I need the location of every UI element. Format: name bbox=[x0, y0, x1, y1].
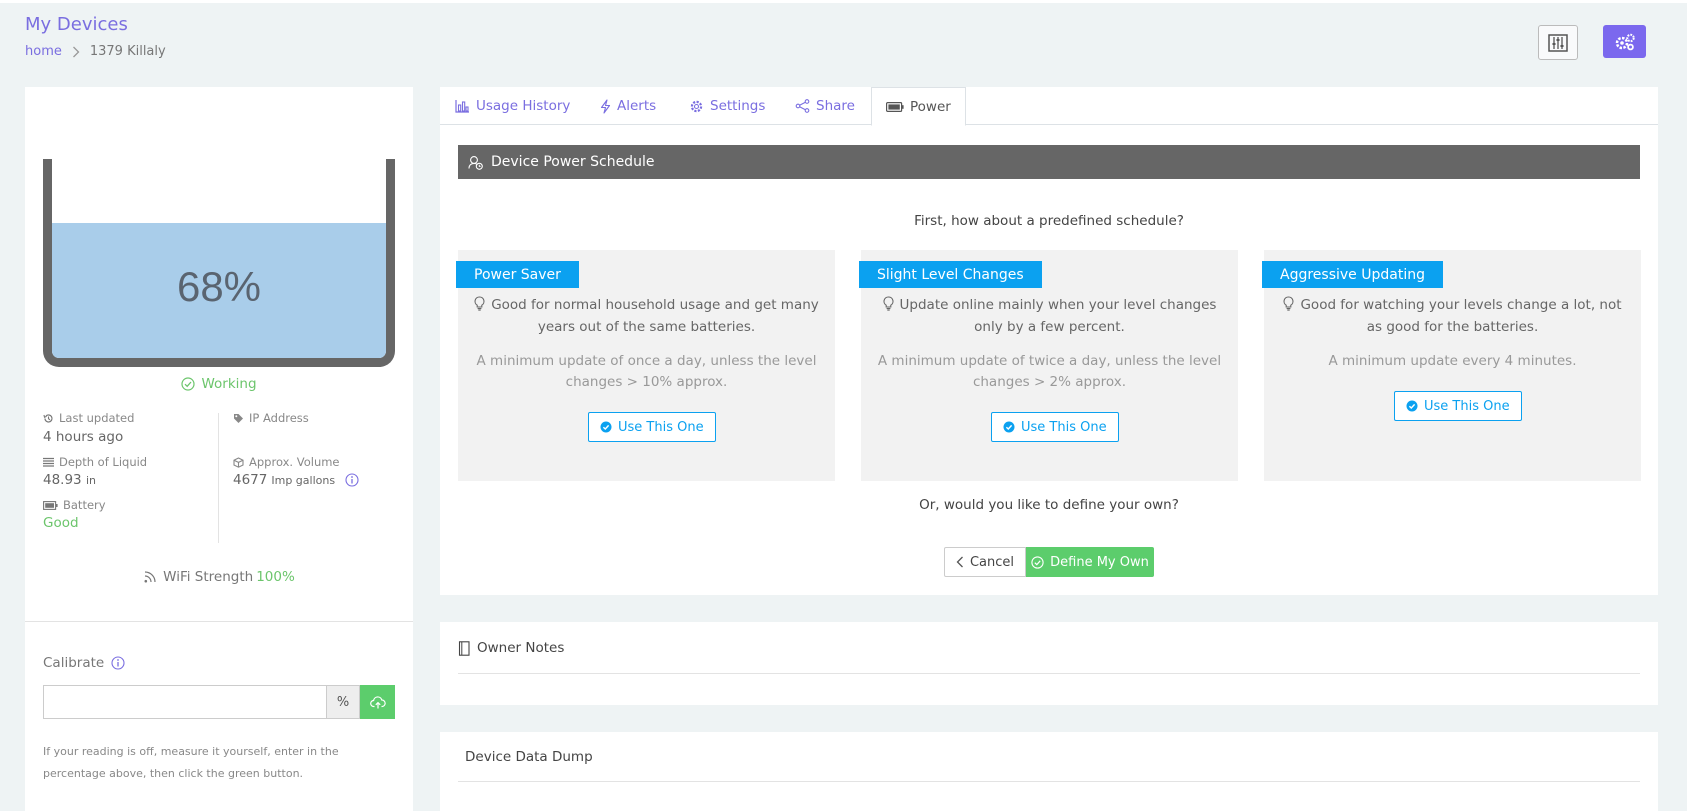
option-description: Good for normal household usage and get … bbox=[473, 294, 820, 338]
option-minimum-update: A minimum update of twice a day, unless … bbox=[877, 353, 1222, 390]
top-bar bbox=[0, 0, 1687, 3]
battery-label: Battery bbox=[43, 498, 106, 512]
ip-address-label: IP Address bbox=[233, 411, 309, 425]
define-own-question: Or, would you like to define your own? bbox=[919, 497, 1179, 513]
last-updated-value: 4 hours ago bbox=[43, 429, 124, 445]
calibrate-unit: % bbox=[327, 685, 360, 719]
predefined-question: First, how about a predefined schedule? bbox=[914, 213, 1184, 229]
adjust-button[interactable] bbox=[1538, 25, 1578, 60]
cancel-button[interactable]: Cancel bbox=[944, 547, 1026, 577]
define-my-own-button[interactable]: Define My Own bbox=[1026, 547, 1154, 577]
use-power-saver-button[interactable]: Use This One bbox=[588, 412, 716, 442]
battery-icon bbox=[43, 500, 58, 510]
chevron-right-icon bbox=[72, 46, 80, 58]
check-circle-icon bbox=[1003, 421, 1015, 433]
battery-icon bbox=[886, 101, 904, 112]
schedule-option-slight-level-changes: Slight Level Changes Update online mainl… bbox=[859, 250, 1238, 481]
schedule-option-aggressive-updating: Aggressive Updating Good for watching yo… bbox=[1262, 250, 1641, 481]
lightning-icon bbox=[600, 98, 611, 114]
info-divider bbox=[218, 413, 219, 543]
divider bbox=[458, 673, 1640, 674]
user-clock-icon bbox=[468, 155, 483, 170]
tank-gauge: 68% bbox=[43, 159, 395, 367]
status-text: Working bbox=[201, 376, 257, 392]
lightbulb-icon bbox=[883, 296, 894, 311]
owner-notes-header: Owner Notes bbox=[458, 640, 564, 656]
cube-icon bbox=[233, 456, 244, 468]
info-icon[interactable] bbox=[345, 473, 359, 487]
divider bbox=[458, 781, 1640, 782]
breadcrumb-home-link[interactable]: home bbox=[25, 44, 62, 59]
option-description: Update online mainly when your level cha… bbox=[876, 294, 1223, 338]
option-minimum-update: A minimum update of once a day, unless t… bbox=[476, 353, 817, 390]
wifi-strength: WiFi Strength 100% bbox=[25, 569, 413, 585]
tab-alerts[interactable]: Alerts bbox=[600, 87, 656, 125]
depth-value: 48.93 in bbox=[43, 472, 96, 488]
option-description: Good for watching your levels change a l… bbox=[1279, 294, 1626, 338]
volume-label: Approx. Volume bbox=[233, 455, 340, 469]
sliders-icon bbox=[1548, 33, 1568, 52]
chevron-left-icon bbox=[956, 556, 964, 568]
owner-notes-card: Owner Notes bbox=[440, 622, 1658, 705]
option-title: Aggressive Updating bbox=[1262, 261, 1443, 288]
breadcrumb: home 1379 Killaly bbox=[25, 44, 166, 59]
notebook-icon bbox=[458, 640, 470, 656]
tank-level-text: 68% bbox=[176, 263, 262, 310]
bar-chart-icon bbox=[455, 99, 470, 113]
check-circle-icon bbox=[1031, 555, 1044, 569]
calibrate-submit-button[interactable] bbox=[360, 685, 395, 719]
use-aggressive-updating-button[interactable]: Use This One bbox=[1394, 391, 1522, 421]
list-icon bbox=[43, 457, 54, 467]
tab-share[interactable]: Share bbox=[795, 87, 855, 125]
device-tabs-card: Usage History Alerts Settings Share Powe… bbox=[440, 87, 1658, 595]
device-data-dump-card: Device Data Dump bbox=[440, 732, 1658, 811]
info-icon[interactable] bbox=[111, 656, 125, 670]
lightbulb-icon bbox=[474, 296, 485, 311]
tab-settings[interactable]: Settings bbox=[689, 87, 765, 125]
calibrate-help-text: If your reading is off, measure it yours… bbox=[43, 745, 339, 780]
history-icon bbox=[43, 413, 54, 424]
data-dump-header: Device Data Dump bbox=[465, 749, 593, 765]
option-title: Power Saver bbox=[456, 261, 579, 288]
wifi-icon bbox=[143, 570, 157, 584]
page-title: My Devices bbox=[25, 14, 128, 35]
check-circle-icon bbox=[181, 377, 196, 391]
depth-label: Depth of Liquid bbox=[43, 455, 147, 469]
device-summary-card: 68% Working Last updated 4 hours ago IP … bbox=[25, 87, 413, 811]
option-minimum-update: A minimum update every 4 minutes. bbox=[1328, 353, 1577, 369]
settings-button[interactable] bbox=[1603, 25, 1646, 58]
gears-icon bbox=[1614, 33, 1636, 51]
power-schedule-header: Device Power Schedule bbox=[458, 145, 1640, 179]
volume-value: 4677 Imp gallons bbox=[233, 472, 359, 488]
last-updated-label: Last updated bbox=[43, 411, 134, 425]
divider bbox=[25, 621, 413, 622]
schedule-option-power-saver: Power Saver Good for normal household us… bbox=[456, 250, 835, 481]
check-circle-icon bbox=[1406, 400, 1418, 412]
battery-value: Good bbox=[43, 515, 79, 531]
use-slight-level-changes-button[interactable]: Use This One bbox=[991, 412, 1119, 442]
tab-usage-history[interactable]: Usage History bbox=[455, 87, 570, 125]
check-circle-icon bbox=[600, 421, 612, 433]
share-icon bbox=[795, 99, 810, 113]
cloud-upload-icon bbox=[369, 695, 386, 709]
gear-icon bbox=[689, 99, 704, 114]
tab-power[interactable]: Power bbox=[871, 87, 966, 126]
device-status: Working bbox=[25, 376, 413, 392]
option-title: Slight Level Changes bbox=[859, 261, 1042, 288]
tag-icon bbox=[233, 413, 244, 424]
breadcrumb-current: 1379 Killaly bbox=[89, 44, 166, 59]
wifi-value: 100% bbox=[256, 569, 295, 585]
calibrate-input[interactable] bbox=[43, 685, 327, 719]
lightbulb-icon bbox=[1283, 296, 1294, 311]
calibrate-label: Calibrate bbox=[43, 655, 125, 671]
